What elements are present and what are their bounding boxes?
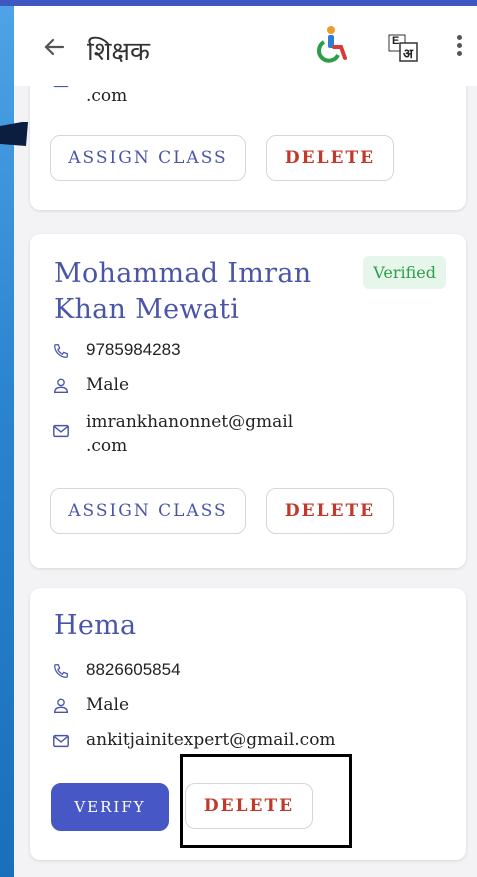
email-line-2: .com — [86, 436, 128, 456]
mail-icon — [53, 424, 69, 438]
email-text: imrankhanonnet@gmail .com — [86, 410, 386, 458]
gender-text: Male — [86, 695, 130, 715]
email-text: ankitjainitexpert@gmail.com — [86, 730, 336, 750]
page-title: शिक्षक — [87, 37, 151, 67]
accessibility-icon[interactable] — [314, 25, 348, 65]
lang-hi-glyph: अ — [403, 47, 413, 62]
teacher-name: Mohammad Imran Khan Mewati — [54, 258, 312, 325]
gender-text: Male — [86, 375, 130, 395]
verify-button[interactable]: VERIFY — [51, 783, 169, 831]
translate-icon[interactable]: E अ — [388, 34, 418, 62]
lang-en-glyph: E — [392, 35, 400, 47]
delete-button[interactable]: DELETE — [266, 135, 394, 181]
phone-text: 8826605854 — [86, 660, 181, 679]
arrow-left-icon[interactable] — [34, 30, 74, 64]
phone-text: 9785984283 — [86, 340, 181, 359]
assign-class-button[interactable]: ASSIGN CLASS — [50, 135, 246, 181]
pointer-arrow-icon — [0, 122, 28, 146]
mail-icon — [53, 734, 69, 748]
email-text: .com — [86, 86, 128, 106]
teacher-name: Hema — [54, 610, 137, 641]
delete-button[interactable]: DELETE — [266, 488, 394, 534]
app-bar: शिक्षक E अ — [14, 6, 477, 86]
phone-icon — [54, 344, 68, 358]
highlight-box — [180, 754, 352, 848]
person-icon — [54, 378, 68, 393]
phone-icon — [54, 664, 68, 678]
teacher-card: Mohammad Imran Khan Mewati Verified 9785… — [30, 234, 466, 568]
email-line-1: imrankhanonnet@gmail — [86, 412, 294, 432]
more-vertical-icon[interactable] — [452, 32, 466, 62]
person-icon — [54, 698, 68, 713]
status-badge: Verified — [363, 256, 446, 289]
top-edge — [0, 0, 477, 6]
teacher-list: .com ASSIGN CLASS DELETE Mohammad Imran … — [14, 0, 477, 877]
assign-class-button[interactable]: ASSIGN CLASS — [50, 488, 246, 534]
